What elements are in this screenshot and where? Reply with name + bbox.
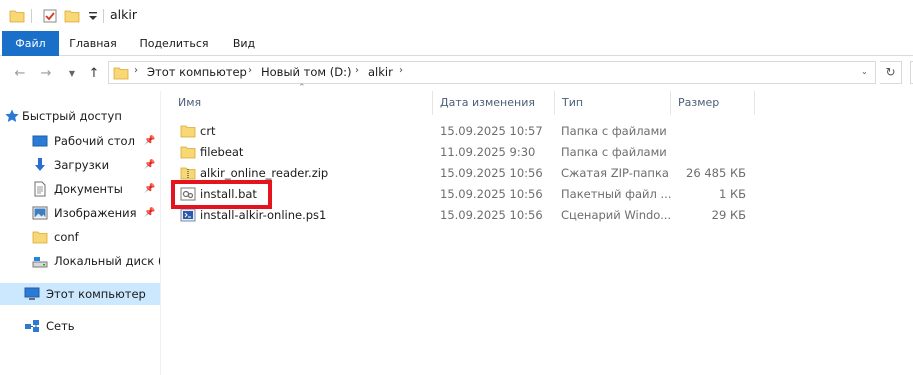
title-bar: alkir xyxy=(0,0,913,31)
forward-arrow-icon[interactable]: → xyxy=(38,66,54,82)
file-date: 15.09.2025 10:56 xyxy=(440,208,543,222)
ribbon-tabs: Файл Главная Поделиться Вид xyxy=(0,31,913,56)
nav-item-label: Сеть xyxy=(46,319,75,333)
nav-item-label: Этот компьютер xyxy=(46,287,146,301)
nav-item-label: Загрузки xyxy=(54,158,110,172)
file-date: 15.09.2025 10:57 xyxy=(440,124,543,138)
file-date: 15.09.2025 10:56 xyxy=(440,187,543,201)
tab-share[interactable]: Поделиться xyxy=(134,31,214,56)
breadcrumb-this-pc[interactable]: Этот компьютер xyxy=(147,65,247,79)
folder-icon xyxy=(180,146,196,159)
customize-toolbar-icon[interactable] xyxy=(85,8,101,24)
pin-icon[interactable]: 📌 xyxy=(144,202,155,224)
file-row[interactable]: filebeat 11.09.2025 9:30 Папка с файлами xyxy=(176,142,756,163)
network-icon xyxy=(25,320,39,332)
nav-item-quick-access[interactable]: Быстрый доступ xyxy=(0,105,160,127)
toolbar-separator xyxy=(31,9,32,23)
desktop-icon xyxy=(32,135,48,147)
file-type: Сценарий Windo... xyxy=(561,208,671,222)
nav-item-label: conf xyxy=(54,230,79,244)
nav-item-downloads[interactable]: Загрузки 📌 xyxy=(12,154,160,176)
folder-icon xyxy=(180,125,196,138)
star-icon xyxy=(5,109,19,122)
tab-file[interactable]: Файл xyxy=(2,31,59,56)
drive-icon xyxy=(32,257,48,268)
nav-item-label: Рабочий стол xyxy=(54,134,135,148)
file-type: Сжатая ZIP-папка xyxy=(561,166,669,180)
nav-item-label: Изображения xyxy=(54,206,137,220)
folder-icon xyxy=(113,67,129,80)
nav-item-network[interactable]: Сеть xyxy=(0,315,160,337)
new-folder-icon[interactable] xyxy=(64,8,80,24)
column-header-date[interactable]: Дата изменения xyxy=(432,91,554,115)
recent-locations-icon[interactable]: ▼ xyxy=(64,66,80,82)
column-resize-handle[interactable] xyxy=(754,91,755,115)
file-name: crt xyxy=(200,124,216,138)
window-title: alkir xyxy=(110,7,137,22)
pin-icon[interactable]: 📌 xyxy=(144,154,155,176)
file-date: 11.09.2025 9:30 xyxy=(440,145,536,159)
nav-item-desktop[interactable]: Рабочий стол 📌 xyxy=(12,130,160,152)
back-arrow-icon[interactable]: ← xyxy=(12,66,28,82)
column-header-name[interactable]: Имя xyxy=(170,91,434,115)
up-arrow-icon[interactable]: ↑ xyxy=(86,66,102,82)
nav-item-label: Локальный диск (C xyxy=(54,254,160,268)
address-bar[interactable]: › Этот компьютер › Новый том (D:) › alki… xyxy=(108,61,876,84)
pane-divider[interactable] xyxy=(160,91,161,375)
file-row[interactable]: crt 15.09.2025 10:57 Папка с файлами xyxy=(176,121,756,142)
pin-icon[interactable]: 📌 xyxy=(144,130,155,152)
chevron-right-icon: › xyxy=(399,65,403,76)
tab-home[interactable]: Главная xyxy=(64,31,122,56)
breadcrumb-volume-d[interactable]: Новый том (D:) xyxy=(261,65,351,79)
address-dropdown-icon[interactable]: ⌄ xyxy=(861,67,868,76)
powershell-icon xyxy=(180,208,196,222)
column-header-type[interactable]: Тип xyxy=(554,91,672,115)
download-icon xyxy=(35,158,45,171)
chevron-right-icon: › xyxy=(355,65,359,76)
nav-item-label: Документы xyxy=(54,182,123,196)
pictures-icon xyxy=(32,206,48,220)
chevron-right-icon: › xyxy=(134,65,138,76)
file-size: 26 485 КБ xyxy=(686,166,746,180)
chevron-right-icon: › xyxy=(248,65,252,76)
file-size xyxy=(676,142,746,163)
file-type: Папка с файлами xyxy=(561,124,667,138)
pin-icon[interactable]: 📌 xyxy=(144,178,155,200)
tab-view[interactable]: Вид xyxy=(224,31,264,56)
navigation-pane: Быстрый доступ Рабочий стол 📌 Загрузки 📌… xyxy=(0,91,160,375)
address-row: ← → ▼ ↑ › Этот компьютер › Новый том (D:… xyxy=(0,57,913,91)
nav-item-this-pc[interactable]: Этот компьютер xyxy=(0,283,160,305)
column-header-size[interactable]: Размер xyxy=(670,91,754,115)
properties-icon[interactable] xyxy=(42,8,58,24)
title-separator xyxy=(103,9,104,23)
breadcrumb-alkir[interactable]: alkir xyxy=(368,65,393,79)
file-size: 1 КБ xyxy=(718,187,746,201)
zip-icon xyxy=(180,167,196,180)
folder-icon xyxy=(32,231,48,244)
folder-icon xyxy=(9,10,25,23)
file-date: 15.09.2025 10:56 xyxy=(440,166,543,180)
file-size xyxy=(676,121,746,142)
refresh-icon[interactable]: ↻ xyxy=(880,61,902,84)
document-icon xyxy=(34,181,46,197)
computer-icon xyxy=(24,287,40,300)
nav-item-label: Быстрый доступ xyxy=(22,109,122,123)
file-type: Пакетный файл ... xyxy=(561,187,671,201)
column-headers: Имя Дата изменения Тип Размер xyxy=(170,91,913,115)
nav-item-conf[interactable]: conf xyxy=(12,226,160,248)
file-name: filebeat xyxy=(200,145,244,159)
highlight-box xyxy=(171,180,272,209)
nav-item-documents[interactable]: Документы 📌 xyxy=(12,178,160,200)
file-size: 29 КБ xyxy=(711,208,746,222)
nav-item-local-disk-c[interactable]: Локальный диск (C xyxy=(12,250,160,272)
nav-item-pictures[interactable]: Изображения 📌 xyxy=(12,202,160,224)
file-type: Папка с файлами xyxy=(561,145,667,159)
